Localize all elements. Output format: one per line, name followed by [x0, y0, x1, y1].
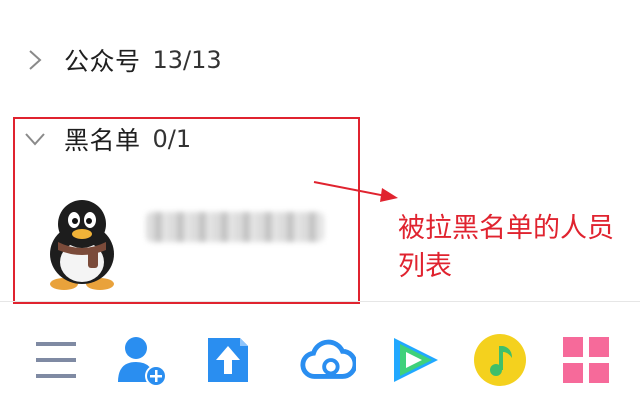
- apps-grid-icon[interactable]: [558, 332, 614, 388]
- bottom-toolbar: [0, 326, 640, 394]
- chevron-down-icon: [24, 128, 46, 150]
- qq-music-icon[interactable]: [472, 332, 528, 388]
- penguin-avatar: [34, 196, 130, 292]
- group-count: 13/13: [152, 46, 222, 74]
- group-blacklist[interactable]: 黑名单 0/1: [24, 119, 191, 159]
- blurred-contact-name: [146, 212, 324, 242]
- menu-icon[interactable]: [28, 332, 84, 388]
- chevron-right-icon: [24, 49, 46, 71]
- group-official-accounts[interactable]: 公众号 13/13: [24, 40, 222, 80]
- annotation-arrow: [313, 181, 398, 202]
- contact-list-item[interactable]: [34, 196, 334, 292]
- tencent-video-icon[interactable]: [386, 332, 442, 388]
- annotation-text: 被拉黑名单的人员列表: [398, 213, 614, 282]
- divider: [0, 301, 640, 302]
- weiyun-cloud-icon[interactable]: [300, 332, 356, 388]
- file-transfer-icon[interactable]: [200, 332, 256, 388]
- group-count: 0/1: [152, 125, 192, 153]
- group-name: 公众号: [64, 47, 141, 76]
- group-name: 黑名单: [64, 126, 141, 155]
- add-contact-icon[interactable]: [114, 332, 170, 388]
